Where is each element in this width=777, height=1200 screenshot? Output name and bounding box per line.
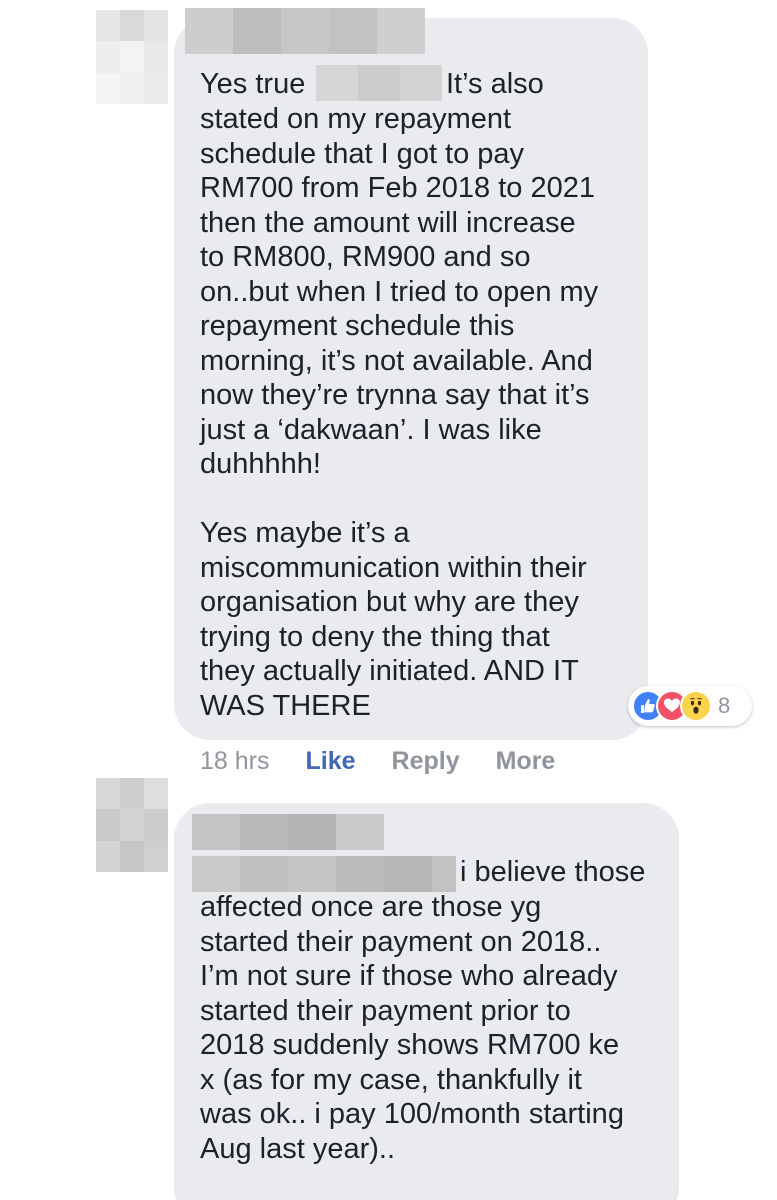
redacted-author-name[interactable]: [192, 814, 384, 850]
reaction-count: 8: [718, 693, 731, 718]
comment-timestamp[interactable]: 18 hrs: [200, 747, 269, 776]
wow-icon: [680, 690, 712, 722]
reactions-badge[interactable]: 8: [628, 686, 752, 726]
like-button[interactable]: Like: [305, 747, 355, 776]
comment-text-line1-suffix: i believe those: [460, 856, 646, 888]
comment-text-line1-suffix: It’s also: [446, 68, 544, 100]
more-button[interactable]: More: [496, 747, 556, 776]
reply-button[interactable]: Reply: [392, 747, 460, 776]
avatar[interactable]: [96, 10, 168, 104]
avatar[interactable]: [96, 778, 168, 872]
redacted-author-name[interactable]: [185, 8, 425, 54]
redacted-mention[interactable]: [192, 856, 456, 892]
comment-text: stated on my repayment schedule that I g…: [200, 103, 599, 722]
comment-text: affected once are those yg started their…: [200, 891, 624, 1165]
comment-text-line1-prefix: Yes true: [200, 68, 306, 100]
comment-actions: 18 hrs Like Reply More: [200, 747, 591, 776]
redacted-mention[interactable]: [316, 65, 442, 101]
comment-thread: Yes true It’s also stated on my repaymen…: [0, 0, 777, 1200]
